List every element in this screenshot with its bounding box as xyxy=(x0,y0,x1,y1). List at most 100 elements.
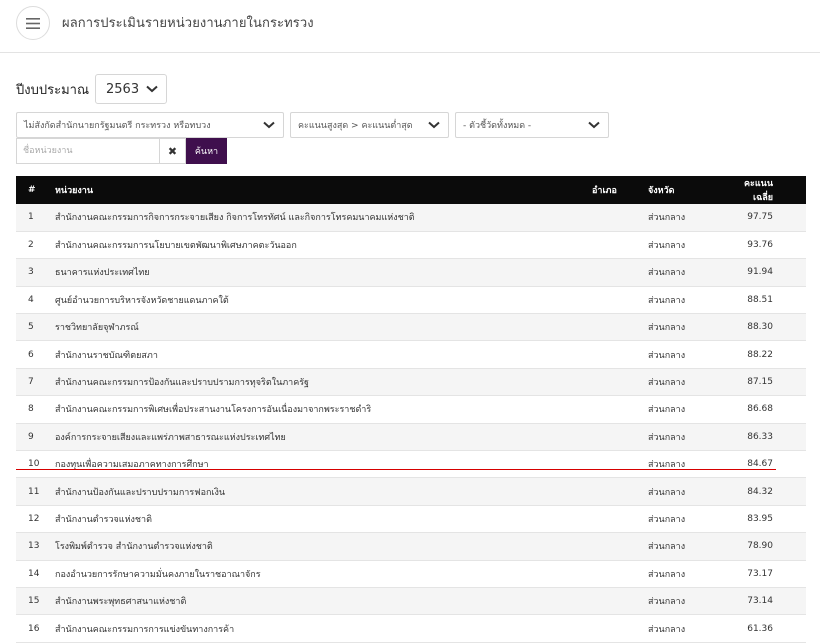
row-score: 97.75 xyxy=(747,212,773,223)
row-district xyxy=(592,286,648,313)
row-district xyxy=(592,533,648,560)
row-agency[interactable]: โรงพิมพ์ตำรวจ สำนักงานตำรวจแห่งชาติ xyxy=(55,533,592,560)
sort-value: คะแนนสูงสุด > คะแนนต่ำสุด xyxy=(298,121,413,131)
row-score: 73.17 xyxy=(747,568,773,579)
header-num[interactable]: # xyxy=(16,176,55,204)
row-score: 84.32 xyxy=(747,486,773,497)
row-agency[interactable]: สำนักงานคณะกรรมการกิจการกระจายเสียง กิจก… xyxy=(55,204,592,231)
row-num: 8 xyxy=(28,404,34,415)
year-filter: ปีงบประมาณ 2563 xyxy=(16,74,167,104)
table-row[interactable]: 6 สำนักงานราชบัณฑิตยสภา ส่วนกลาง 88.22 xyxy=(16,340,806,369)
row-agency[interactable]: ธนาคารแห่งประเทศไทย xyxy=(55,259,592,286)
row-score: 88.22 xyxy=(747,349,773,360)
table-row[interactable]: 9 องค์การกระจายเสียงและแพร่ภาพสาธารณะแห่ง… xyxy=(16,423,806,451)
header-agency[interactable]: หน่วยงาน xyxy=(55,176,592,204)
table-row[interactable]: 15 สำนักงานพระพุทธศาสนาแห่งชาติ ส่วนกลาง 73… xyxy=(16,587,806,615)
row-district xyxy=(592,560,648,587)
row-num: 2 xyxy=(28,240,34,251)
row-province: ส่วนกลาง xyxy=(648,569,686,580)
row-agency[interactable]: สำนักงานพระพุทธศาสนาแห่งชาติ xyxy=(55,587,592,614)
chevron-down-icon xyxy=(428,121,440,129)
row-score: 84.67 xyxy=(747,459,773,470)
row-agency[interactable]: องค์การกระจายเสียงและแพร่ภาพสาธารณะแห่งป… xyxy=(55,423,592,450)
row-num: 13 xyxy=(28,541,40,552)
table-row[interactable]: 12 สำนักงานตำรวจแห่งชาติ ส่วนกลาง 83.95 xyxy=(16,505,806,533)
row-score: 86.68 xyxy=(747,404,773,415)
row-score: 73.14 xyxy=(747,596,773,607)
row-agency[interactable]: กองอำนวยการรักษาความมั่นคงภายในราชอาณาจั… xyxy=(55,560,592,587)
affiliation-select[interactable]: ไม่สังกัดสำนักนายกรัฐมนตรี กระทรวง หรือท… xyxy=(16,112,284,138)
row-agency[interactable]: สำนักงานคณะกรรมการป้องกันและปราบปรามการท… xyxy=(55,368,592,395)
row-province: ส่วนกลาง xyxy=(648,378,686,389)
row-province: ส่วนกลาง xyxy=(648,350,686,361)
row-district xyxy=(592,368,648,395)
row-score: 83.95 xyxy=(747,513,773,524)
row-score: 87.15 xyxy=(747,377,773,388)
row-province: ส่วนกลาง xyxy=(648,432,686,443)
row-district xyxy=(592,396,648,423)
row-score: 91.94 xyxy=(747,267,773,278)
row-province: ส่วนกลาง xyxy=(648,514,686,525)
clear-search-button[interactable]: ✖ xyxy=(159,138,186,164)
table-row[interactable]: 11 สำนักงานป้องกันและปราบปรามการฟอกเงิน ส่… xyxy=(16,477,806,506)
year-value: 2563 xyxy=(106,81,140,97)
row-agency[interactable]: กองทุนเพื่อความเสมอภาคทางการศึกษา xyxy=(55,451,592,478)
row-district xyxy=(592,615,648,642)
row-score: 88.30 xyxy=(747,322,773,333)
row-agency[interactable]: สำนักงานป้องกันและปราบปรามการฟอกเงิน xyxy=(55,478,592,505)
page-title: ผลการประเมินรายหน่วยงานภายในกระทรวง xyxy=(62,16,314,31)
row-agency[interactable]: สำนักงานตำรวจแห่งชาติ xyxy=(55,505,592,532)
table-row[interactable]: 5 ราชวิทยาลัยจุฬาภรณ์ ส่วนกลาง 88.30 xyxy=(16,313,806,341)
row-num: 6 xyxy=(28,349,34,360)
row-num: 7 xyxy=(28,377,34,388)
affiliation-value: ไม่สังกัดสำนักนายกรัฐมนตรี กระทรวง หรือท… xyxy=(24,121,211,131)
close-icon: ✖ xyxy=(167,144,178,158)
table-row[interactable]: 3 ธนาคารแห่งประเทศไทย ส่วนกลาง 91.94 xyxy=(16,258,806,287)
table-row[interactable]: 14 กองอำนวยการรักษาความมั่นคงภายในราชอาณา… xyxy=(16,560,806,588)
table-row[interactable]: 10 กองทุนเพื่อความเสมอภาคทางการศึกษา ส่วนก… xyxy=(16,450,806,478)
row-district xyxy=(592,451,648,478)
row-agency[interactable]: สำนักงานคณะกรรมการนโยบายเขตพัฒนาพิเศษภาค… xyxy=(55,231,592,258)
table-row[interactable]: 1 สำนักงานคณะกรรมการกิจการกระจายเสียง กิจ… xyxy=(16,204,806,232)
table-row[interactable]: 4 ศูนย์อำนวยการบริหารจังหวัดชายแดนภาคใต้ ส… xyxy=(16,286,806,314)
row-province: ส่วนกลาง xyxy=(648,542,686,553)
row-district xyxy=(592,259,648,286)
row-score: 78.90 xyxy=(747,541,773,552)
header-score[interactable]: คะแนนเฉลี่ย xyxy=(732,176,806,204)
row-num: 9 xyxy=(28,431,34,442)
agency-search-input[interactable] xyxy=(16,138,159,164)
row-province: ส่วนกลาง xyxy=(648,597,686,608)
header-district[interactable]: อำเภอ xyxy=(592,176,648,204)
row-num: 3 xyxy=(28,267,34,278)
indicator-select[interactable]: - ตัวชี้วัดทั้งหมด - xyxy=(455,112,609,138)
chevron-down-icon xyxy=(263,121,275,129)
table-row[interactable]: 7 สำนักงานคณะกรรมการป้องกันและปราบปรามการ… xyxy=(16,368,806,396)
hamburger-menu-icon xyxy=(26,17,40,29)
row-agency[interactable]: สำนักงานคณะกรรมการพิเศษเพื่อประสานงานโคร… xyxy=(55,396,592,423)
row-district xyxy=(592,423,648,450)
row-province: ส่วนกลาง xyxy=(648,460,686,471)
chevron-down-icon xyxy=(146,85,158,93)
header-province[interactable]: จังหวัด xyxy=(648,176,732,204)
row-district xyxy=(592,231,648,258)
row-province: ส่วนกลาง xyxy=(648,213,686,224)
row-district xyxy=(592,314,648,341)
table-row[interactable]: 16 สำนักงานคณะกรรมการการแข่งขันทางการค้า ส… xyxy=(16,614,806,643)
row-agency[interactable]: ราชวิทยาลัยจุฬาภรณ์ xyxy=(55,314,592,341)
row-province: ส่วนกลาง xyxy=(648,295,686,306)
sort-select[interactable]: คะแนนสูงสุด > คะแนนต่ำสุด xyxy=(290,112,449,138)
row-agency[interactable]: ศูนย์อำนวยการบริหารจังหวัดชายแดนภาคใต้ xyxy=(55,286,592,313)
menu-button[interactable] xyxy=(16,6,50,40)
row-province: ส่วนกลาง xyxy=(648,624,686,635)
search-button[interactable]: ค้นหา xyxy=(186,138,227,164)
table-row[interactable]: 13 โรงพิมพ์ตำรวจ สำนักงานตำรวจแห่งชาติ ส่ว… xyxy=(16,532,806,561)
row-agency[interactable]: สำนักงานราชบัณฑิตยสภา xyxy=(55,341,592,368)
row-agency[interactable]: สำนักงานคณะกรรมการการแข่งขันทางการค้า xyxy=(55,615,592,642)
year-select[interactable]: 2563 xyxy=(95,74,167,104)
row-num: 11 xyxy=(28,486,40,497)
search-row: ✖ ค้นหา xyxy=(16,138,227,164)
table-row[interactable]: 2 สำนักงานคณะกรรมการนโยบายเขตพัฒนาพิเศษภา… xyxy=(16,231,806,259)
table-row[interactable]: 8 สำนักงานคณะกรรมการพิเศษเพื่อประสานงานโค… xyxy=(16,395,806,424)
row-province: ส่วนกลาง xyxy=(648,405,686,416)
row-district xyxy=(592,587,648,614)
